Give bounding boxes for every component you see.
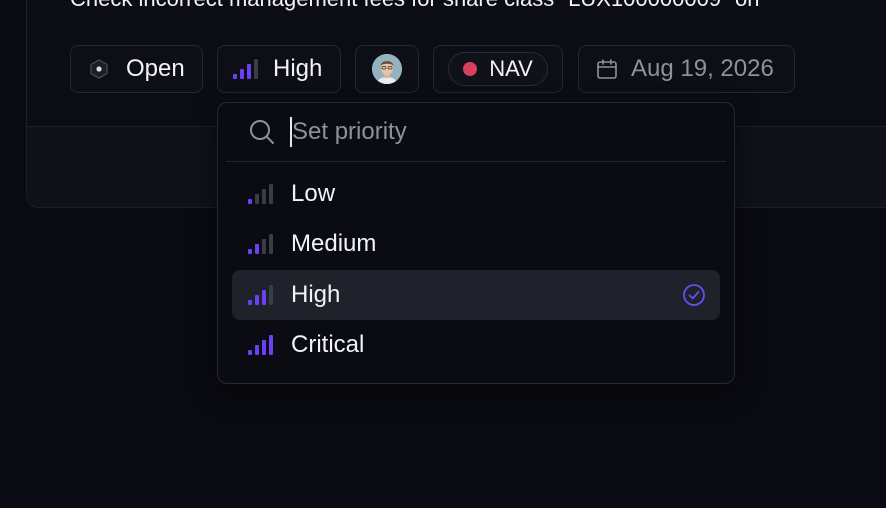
team-chip[interactable]: NAV — [433, 45, 563, 93]
option-label: Critical — [291, 331, 365, 358]
priority-chip[interactable]: High — [217, 45, 341, 93]
search-icon — [250, 120, 274, 144]
signal-bar — [248, 350, 252, 355]
priority-option-high[interactable]: High — [232, 270, 720, 320]
status-chip[interactable]: Open — [70, 45, 203, 93]
signal-bars-icon — [248, 234, 276, 254]
signal-bar — [240, 69, 244, 79]
signal-bar — [262, 239, 266, 254]
avatar — [372, 54, 402, 84]
signal-bar — [255, 295, 259, 305]
check-circle-icon — [683, 284, 705, 306]
signal-bar — [262, 290, 266, 305]
signal-bar — [269, 285, 273, 305]
signal-bars-icon — [233, 59, 258, 79]
due-date-label: Aug 19, 2026 — [631, 55, 774, 82]
signal-bar — [255, 194, 259, 204]
priority-option-low[interactable]: Low — [232, 169, 720, 219]
signal-bars-icon — [248, 335, 276, 355]
priority-search-input[interactable] — [292, 118, 692, 146]
signal-bar — [269, 234, 273, 254]
signal-bars-icon — [248, 184, 276, 204]
issue-title: Check incorrect management fees for shar… — [70, 0, 759, 12]
signal-bar — [269, 184, 273, 204]
hexagon-status-icon — [90, 59, 108, 79]
signal-bar — [255, 244, 259, 254]
signal-bar — [254, 59, 258, 79]
team-label: NAV — [489, 56, 533, 81]
signal-bar — [269, 335, 273, 355]
signal-bar — [262, 189, 266, 204]
signal-bar — [248, 249, 252, 254]
option-label: High — [291, 281, 341, 308]
calendar-icon — [597, 59, 617, 79]
priority-dropdown: Low Medium High Critical — [217, 102, 735, 384]
priority-label: High — [273, 55, 323, 82]
signal-bars-icon — [248, 285, 276, 305]
priority-option-critical[interactable]: Critical — [232, 320, 720, 370]
signal-bar — [248, 300, 252, 305]
team-pill: NAV — [448, 52, 548, 86]
signal-bar — [262, 340, 266, 355]
due-date-chip[interactable]: Aug 19, 2026 — [578, 45, 795, 93]
signal-bar — [247, 64, 251, 79]
team-color-dot — [463, 62, 478, 76]
status-label: Open — [126, 55, 185, 82]
assignee-chip[interactable] — [355, 45, 419, 93]
signal-bar — [233, 74, 237, 79]
priority-search-row — [226, 103, 726, 162]
priority-option-medium[interactable]: Medium — [232, 219, 720, 269]
option-label: Low — [291, 180, 336, 207]
signal-bar — [248, 199, 252, 204]
option-label: Medium — [291, 230, 377, 257]
signal-bar — [255, 345, 259, 355]
